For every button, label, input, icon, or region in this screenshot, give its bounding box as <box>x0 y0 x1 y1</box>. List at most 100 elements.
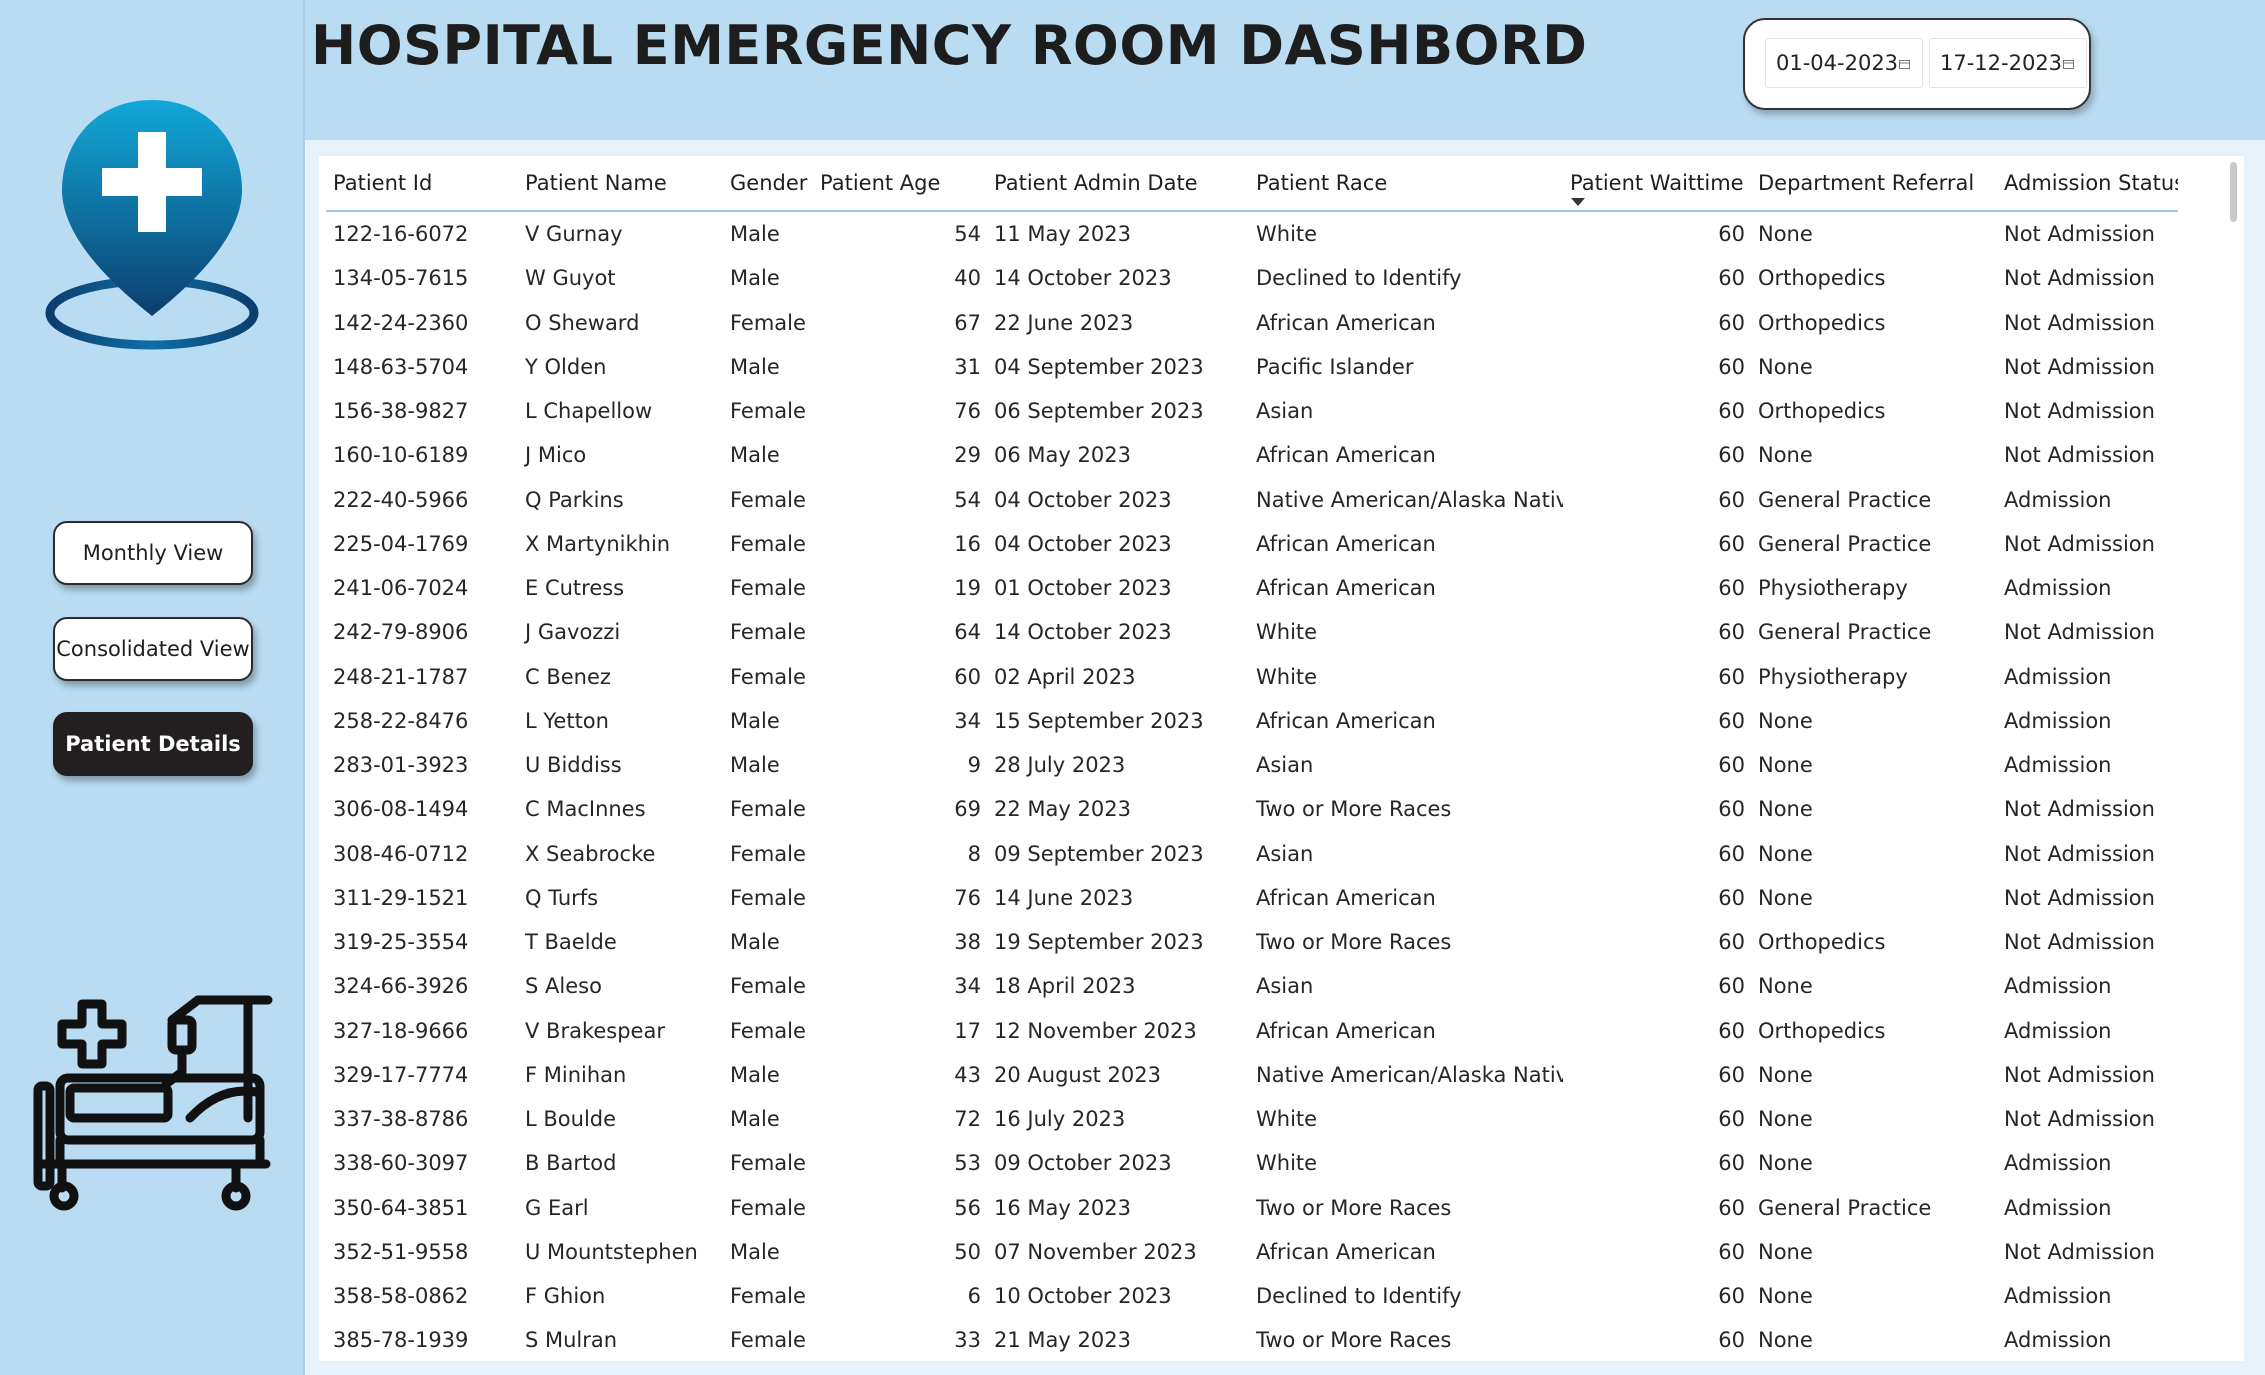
table-cell: 60 <box>1718 620 1745 645</box>
table-cell: 69 <box>954 797 981 822</box>
table-cell: F Ghion <box>525 1284 606 1309</box>
table-cell: 327-18-9666 <box>333 1018 469 1043</box>
table-cell: 14 June 2023 <box>994 885 1134 910</box>
table-row[interactable]: 337-38-8786 L Boulde Male 72 16 July 2023 Whi… <box>326 1097 2178 1141</box>
start-date-input[interactable]: 01-04-2023 <box>1765 38 1923 88</box>
column-header[interactable]: Patient Age <box>813 156 987 212</box>
table-cell: S Aleso <box>525 974 602 999</box>
table-cell: 60 <box>1718 266 1745 291</box>
table-row[interactable]: 385-78-1939 S Mulran Female 33 21 May 2023 Tw… <box>326 1318 2178 1361</box>
calendar-icon[interactable] <box>1899 59 1910 69</box>
table-row[interactable]: 319-25-3554 T Baelde Male 38 19 September 20… <box>326 920 2178 964</box>
table-row[interactable]: 327-18-9666 V Brakespear Female 17 12 Novemb… <box>326 1009 2178 1053</box>
table-row[interactable]: 358-58-0862 F Ghion Female 6 10 October 2023… <box>326 1274 2178 1318</box>
table-cell: W Guyot <box>525 266 616 291</box>
table-cell: White <box>1256 620 1318 645</box>
table-row[interactable]: 222-40-5966 Q Parkins Female 54 04 October 2… <box>326 478 2178 522</box>
table-cell: 308-46-0712 <box>333 841 469 866</box>
table-cell: Two or More Races <box>1256 1328 1452 1353</box>
table-cell: Not Admission <box>2004 885 2155 910</box>
column-header-label: Patient Waittime <box>1570 171 1744 195</box>
column-header[interactable]: Patient Admin Date <box>987 156 1249 212</box>
table-cell: Female <box>730 841 806 866</box>
column-header-sorted[interactable]: Patient Waittime <box>1563 156 1751 212</box>
table-cell: J Mico <box>525 443 587 468</box>
table-cell: 311-29-1521 <box>333 885 469 910</box>
table-cell: Not Admission <box>2004 797 2155 822</box>
table-cell: 60 <box>1718 885 1745 910</box>
table-cell: 01 October 2023 <box>994 576 1172 601</box>
table-cell: 60 <box>1718 1151 1745 1176</box>
table-row[interactable]: 283-01-3923 U Biddiss Male 9 28 July 2023 Asi… <box>326 743 2178 787</box>
table-cell: Admission <box>2004 1018 2112 1043</box>
table-cell: 22 June 2023 <box>994 310 1134 335</box>
monthly-view-button[interactable]: Monthly View <box>53 521 253 585</box>
table-cell: 60 <box>1718 443 1745 468</box>
table-row[interactable]: 329-17-7774 F Minihan Male 43 20 August 2023… <box>326 1053 2178 1097</box>
table-cell: African American <box>1256 443 1436 468</box>
column-header[interactable]: Department Referral <box>1751 156 1997 212</box>
table-row[interactable]: 338-60-3097 B Bartod Female 53 09 October 20… <box>326 1141 2178 1185</box>
table-cell: Male <box>730 708 780 733</box>
table-cell: White <box>1256 222 1318 247</box>
table-cell: 43 <box>954 1062 981 1087</box>
table-row[interactable]: 324-66-3926 S Aleso Female 34 18 April 2023 A… <box>326 964 2178 1008</box>
table-row[interactable]: 311-29-1521 Q Turfs Female 76 14 June 2023 Af… <box>326 876 2178 920</box>
column-header[interactable]: Patient Name <box>518 156 723 212</box>
table-cell: Female <box>730 399 806 424</box>
table-row[interactable]: 134-05-7615 W Guyot Male 40 14 October 2023 D… <box>326 256 2178 300</box>
table-cell: 60 <box>1718 708 1745 733</box>
table-cell: Q Turfs <box>525 885 599 910</box>
table-row[interactable]: 308-46-0712 X Seabrocke Female 8 09 Septembe… <box>326 832 2178 876</box>
column-header[interactable]: Admission Status <box>1997 156 2178 212</box>
table-cell: Male <box>730 443 780 468</box>
table-row[interactable]: 142-24-2360 O Sheward Female 67 22 June 2023… <box>326 301 2178 345</box>
table-row[interactable]: 156-38-9827 L Chapellow Female 76 06 Septemb… <box>326 389 2178 433</box>
table-row[interactable]: 122-16-6072 V Gurnay Male 54 11 May 2023 Whit… <box>326 211 2178 256</box>
table-row[interactable]: 248-21-1787 C Benez Female 60 02 April 2023 W… <box>326 655 2178 699</box>
table-cell: 306-08-1494 <box>333 797 469 822</box>
table-cell: 148-63-5704 <box>333 354 469 379</box>
patient-table-card: Patient Id Patient Name Gender Patient A… <box>319 156 2244 1361</box>
table-cell: Admission <box>2004 1284 2112 1309</box>
table-cell: Female <box>730 1018 806 1043</box>
table-cell: Pacific Islander <box>1256 354 1414 379</box>
table-row[interactable]: 242-79-8906 J Gavozzi Female 64 14 October 2… <box>326 610 2178 654</box>
table-cell: 19 <box>954 576 981 601</box>
column-header[interactable]: Patient Id <box>326 156 518 212</box>
table-cell: U Biddiss <box>525 753 622 778</box>
table-row[interactable]: 225-04-1769 X Martynikhin Female 16 04 Octob… <box>326 522 2178 566</box>
table-row[interactable]: 241-06-7024 E Cutress Female 19 01 October 2… <box>326 566 2178 610</box>
table-cell: F Minihan <box>525 1062 627 1087</box>
table-cell: 60 <box>1718 1328 1745 1353</box>
table-row[interactable]: 160-10-6189 J Mico Male 29 06 May 2023 Africa… <box>326 433 2178 477</box>
table-row[interactable]: 258-22-8476 L Yetton Male 34 15 September 20… <box>326 699 2178 743</box>
table-cell: 31 <box>954 354 981 379</box>
calendar-icon[interactable] <box>2063 59 2074 69</box>
table-cell: 38 <box>954 930 981 955</box>
end-date-input[interactable]: 17-12-2023 <box>1929 38 2087 88</box>
table-cell: 337-38-8786 <box>333 1107 469 1132</box>
table-cell: None <box>1758 1284 1813 1309</box>
table-cell: 09 October 2023 <box>994 1151 1172 1176</box>
table-cell: Not Admission <box>2004 930 2155 955</box>
table-cell: Declined to Identify <box>1256 1284 1462 1309</box>
consolidated-view-button[interactable]: Consolidated View <box>53 617 253 681</box>
table-cell: Declined to Identify <box>1256 266 1462 291</box>
column-header[interactable]: Gender <box>723 156 813 212</box>
table-cell: None <box>1758 797 1813 822</box>
table-row[interactable]: 306-08-1494 C MacInnes Female 69 22 May 2023… <box>326 787 2178 831</box>
sort-descending-icon <box>1571 198 1585 206</box>
table-row[interactable]: 148-63-5704 Y Olden Male 31 04 September 202… <box>326 345 2178 389</box>
table-row[interactable]: 352-51-9558 U Mountstephen Male 50 07 Novemb… <box>326 1230 2178 1274</box>
column-header[interactable]: Patient Race <box>1249 156 1563 212</box>
table-row[interactable]: 350-64-3851 G Earl Female 56 16 May 2023 Two … <box>326 1186 2178 1230</box>
table-cell: O Sheward <box>525 310 640 335</box>
table-cell: None <box>1758 885 1813 910</box>
vertical-scrollbar[interactable] <box>2230 162 2237 222</box>
table-cell: 60 <box>1718 930 1745 955</box>
table-cell: 60 <box>1718 576 1745 601</box>
table-cell: 06 May 2023 <box>994 443 1131 468</box>
table-cell: African American <box>1256 1239 1436 1264</box>
patient-details-button[interactable]: Patient Details <box>53 712 253 776</box>
